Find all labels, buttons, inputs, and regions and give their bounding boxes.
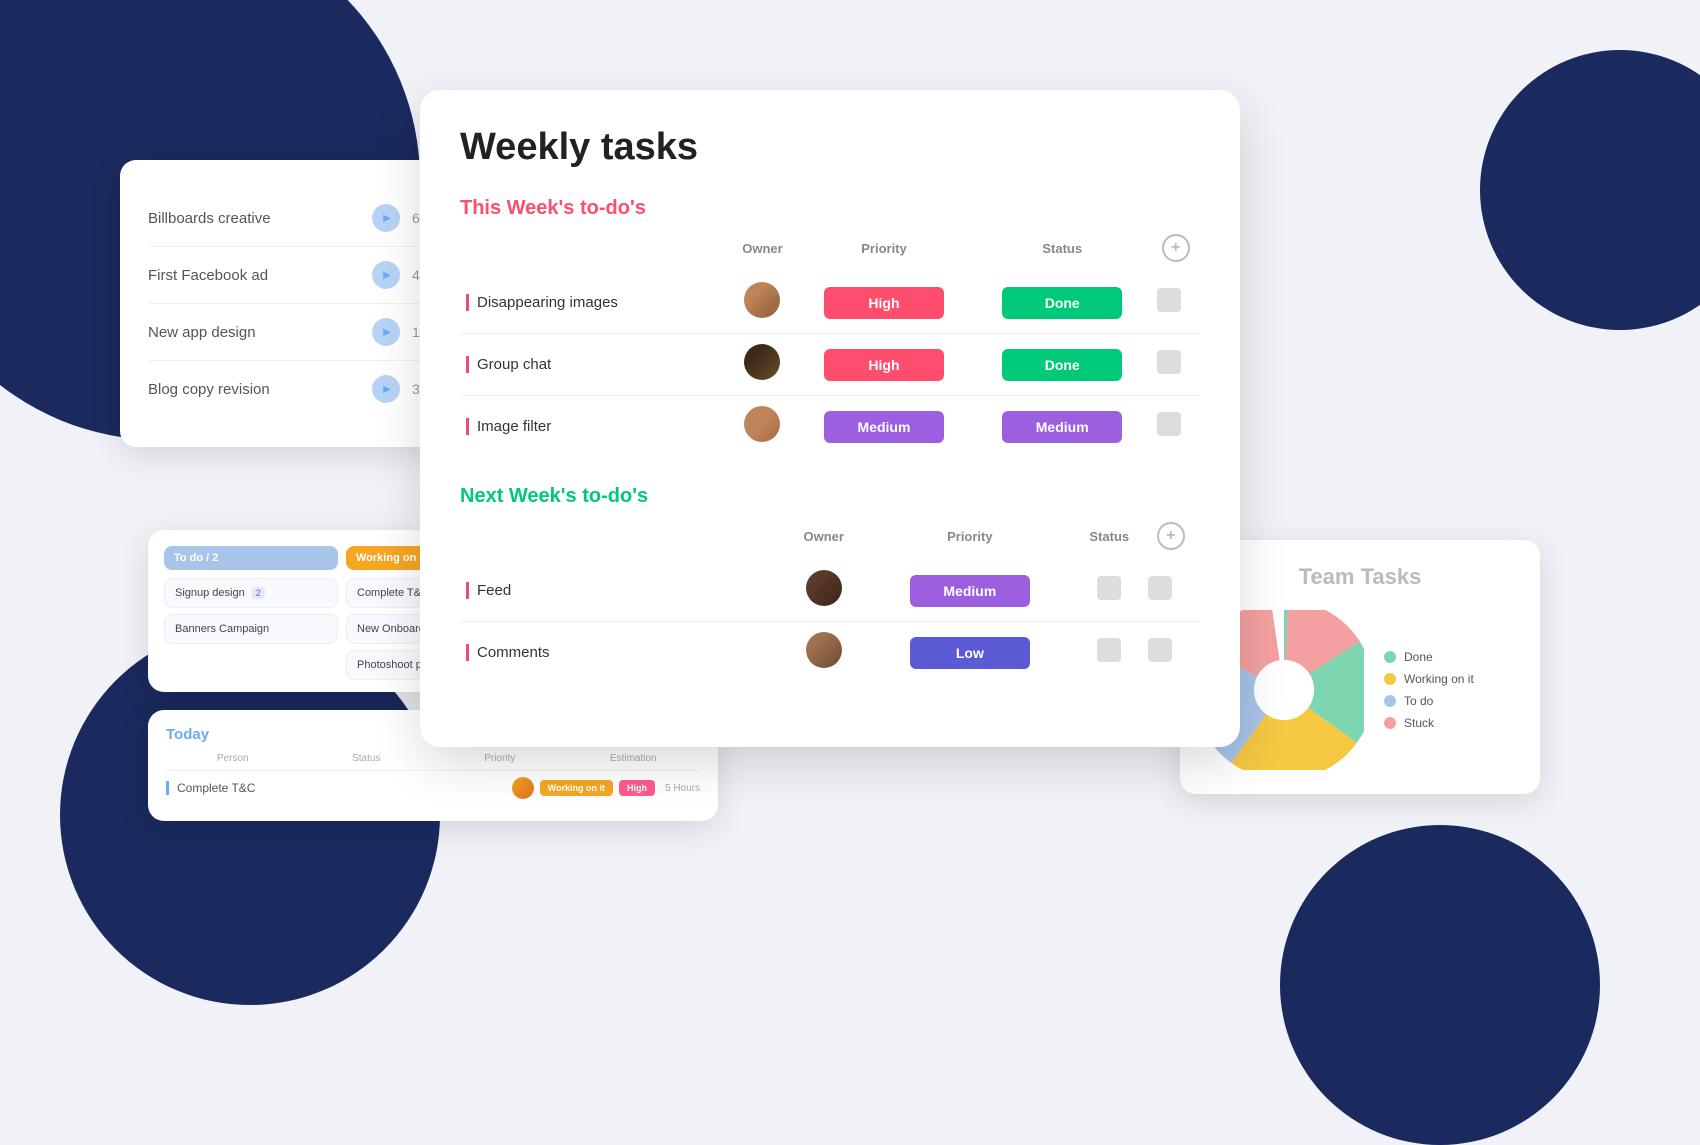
this-week-row-1: Disappearing images High Done xyxy=(460,272,1200,334)
today-priority-badge: High xyxy=(619,780,655,796)
col-estimation: Estimation xyxy=(567,753,701,764)
today-estimate: 5 Hours xyxy=(665,783,700,794)
priority-badge-5: Low xyxy=(910,637,1030,669)
next-week-task-1: Feed xyxy=(466,582,511,599)
this-week-task-1: Disappearing images xyxy=(466,294,618,311)
priority-badge-2: High xyxy=(824,349,944,381)
more-btn-1[interactable] xyxy=(1157,288,1181,312)
time-row-4: Blog copy revision 3h 0 xyxy=(148,361,452,417)
pie-area: Done Working on it To do Stuck xyxy=(1204,610,1516,770)
this-week-task-2: Group chat xyxy=(466,356,551,373)
this-week-add-col: + xyxy=(1151,234,1200,272)
next-week-add-button[interactable]: + xyxy=(1157,522,1185,550)
next-week-add-col: + xyxy=(1142,522,1200,560)
more-btn-4[interactable] xyxy=(1148,576,1172,600)
this-week-col-owner: Owner xyxy=(730,234,795,272)
avatar-1 xyxy=(744,282,780,318)
play-btn-3[interactable] xyxy=(372,318,400,346)
legend-dot-stuck xyxy=(1384,717,1396,729)
col-status: Status xyxy=(300,753,434,764)
status-badge-1: Done xyxy=(1002,287,1122,319)
weekly-card-title: Weekly tasks xyxy=(460,126,1200,169)
today-status-badge: Working on it xyxy=(540,780,613,796)
status-placeholder-5[interactable] xyxy=(1097,638,1121,662)
next-week-table: Owner Priority Status + Feed xyxy=(460,522,1200,683)
today-row-1: Complete T&C Working on it High 5 Hours xyxy=(166,770,700,805)
status-placeholder-4[interactable] xyxy=(1097,576,1121,600)
this-week-col-priority: Priority xyxy=(795,234,973,272)
today-avatar xyxy=(512,777,534,799)
next-week-col-priority: Priority xyxy=(863,522,1077,560)
legend-label-todo: To do xyxy=(1404,694,1433,708)
legend-stuck: Stuck xyxy=(1384,716,1474,730)
status-badge-2: Done xyxy=(1002,349,1122,381)
legend-dot-working xyxy=(1384,673,1396,685)
avatar-2 xyxy=(744,344,780,380)
kanban-col-todo-header: To do / 2 xyxy=(164,546,338,570)
avatar-4 xyxy=(806,570,842,606)
this-week-row-2: Group chat High Done xyxy=(460,334,1200,396)
team-tasks-title: Team Tasks xyxy=(1204,564,1516,590)
col-priority: Priority xyxy=(433,753,567,764)
this-week-section-title: This Week's to-do's xyxy=(460,197,1200,220)
time-row-3: New app design 12h xyxy=(148,304,452,361)
play-btn-4[interactable] xyxy=(372,375,400,403)
avatar-3 xyxy=(744,406,780,442)
priority-badge-3: Medium xyxy=(824,411,944,443)
pie-legend: Done Working on it To do Stuck xyxy=(1384,650,1474,730)
status-badge-3: Medium xyxy=(1002,411,1122,443)
time-task-2: First Facebook ad xyxy=(148,267,360,284)
time-row-1: Billboards creative 6h 5 xyxy=(148,190,452,247)
priority-badge-4: Medium xyxy=(910,575,1030,607)
next-week-row-2: Comments Low xyxy=(460,622,1200,684)
next-week-row-1: Feed Medium xyxy=(460,560,1200,622)
legend-working: Working on it xyxy=(1384,672,1474,686)
time-task-3: New app design xyxy=(148,324,360,341)
legend-label-working: Working on it xyxy=(1404,672,1474,686)
legend-dot-done xyxy=(1384,651,1396,663)
this-week-row-3: Image filter Medium Medium xyxy=(460,396,1200,458)
legend-todo: To do xyxy=(1384,694,1474,708)
kanban-item-signup[interactable]: Signup design 2 xyxy=(164,578,338,608)
more-btn-3[interactable] xyxy=(1157,412,1181,436)
this-week-add-button[interactable]: + xyxy=(1162,234,1190,262)
next-week-section-title: Next Week's to-do's xyxy=(460,485,1200,508)
next-week-col-task xyxy=(460,522,785,560)
time-row-2: First Facebook ad 4h 3 xyxy=(148,247,452,304)
next-week-col-status: Status xyxy=(1077,522,1142,560)
kanban-item-banners[interactable]: Banners Campaign xyxy=(164,614,338,644)
avatar-5 xyxy=(806,632,842,668)
item-badge-signup: 2 xyxy=(252,587,265,599)
this-week-col-task xyxy=(460,234,730,272)
today-task-label: Complete T&C xyxy=(166,781,506,795)
legend-done: Done xyxy=(1384,650,1474,664)
priority-badge-1: High xyxy=(824,287,944,319)
col-person: Person xyxy=(166,753,300,764)
today-cols-header: Person Status Priority Estimation xyxy=(166,753,700,764)
this-week-col-status: Status xyxy=(973,234,1151,272)
today-avatar-img xyxy=(512,777,534,799)
more-btn-2[interactable] xyxy=(1157,350,1181,374)
play-btn-1[interactable] xyxy=(372,204,400,232)
play-btn-2[interactable] xyxy=(372,261,400,289)
time-task-1: Billboards creative xyxy=(148,210,360,227)
cards-wrapper: Billboards creative 6h 5 First Facebook … xyxy=(0,0,1700,1085)
next-week-col-owner: Owner xyxy=(785,522,863,560)
more-btn-5[interactable] xyxy=(1148,638,1172,662)
legend-label-done: Done xyxy=(1404,650,1433,664)
kanban-col-todo: Signup design 2 Banners Campaign xyxy=(164,578,338,680)
this-week-task-3: Image filter xyxy=(466,418,551,435)
legend-label-stuck: Stuck xyxy=(1404,716,1434,730)
this-week-table: Owner Priority Status + Disappearing ima… xyxy=(460,234,1200,457)
next-week-task-2: Comments xyxy=(466,644,550,661)
legend-dot-todo xyxy=(1384,695,1396,707)
time-task-4: Blog copy revision xyxy=(148,381,360,398)
weekly-tasks-card: Weekly tasks This Week's to-do's Owner P… xyxy=(420,90,1240,747)
